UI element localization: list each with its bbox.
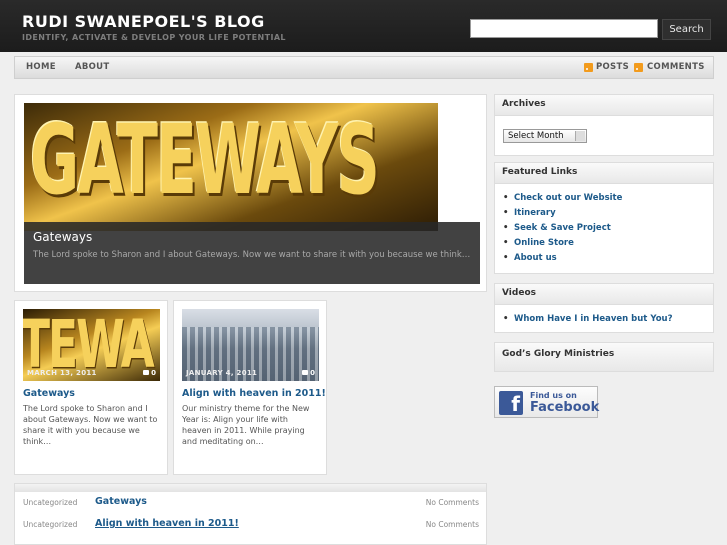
facebook-line2: Facebook [530, 400, 600, 415]
link-online-store[interactable]: Online Store [503, 238, 622, 253]
facebook-icon: f [499, 391, 523, 415]
post-thumbnail[interactable]: JANUARY 4, 2011 0 [182, 309, 319, 381]
video-list: Whom Have I in Heaven but You? [503, 314, 672, 329]
rss-icon [634, 63, 643, 72]
post-title[interactable]: Gateways [95, 496, 147, 507]
site-tagline: IDENTIFY, ACTIVATE & DEVELOP YOUR LIFE P… [22, 33, 286, 42]
video-link[interactable]: Whom Have I in Heaven but You? [503, 314, 672, 329]
site-header: RUDI SWANEPOEL'S BLOG IDENTIFY, ACTIVATE… [0, 0, 727, 52]
post-title[interactable]: Gateways [23, 388, 75, 399]
featured-caption: Gateways The Lord spoke to Sharon and I … [24, 222, 480, 284]
feed-comments-link[interactable]: COMMENTS [647, 62, 705, 72]
rss-icon [584, 63, 593, 72]
widget-title: Videos [495, 284, 713, 305]
widget-title: Featured Links [495, 163, 713, 184]
post-title[interactable]: Align with heaven in 2011! [95, 518, 239, 529]
videos-widget: Videos Whom Have I in Heaven but You? [494, 283, 714, 333]
widget-title: Archives [495, 95, 713, 116]
post-card: TEWA MARCH 13, 2011 0 Gateways The Lord … [14, 300, 168, 475]
list-header [15, 484, 486, 492]
archives-select[interactable]: Select Month [503, 129, 587, 143]
link-list: Check out our Website Itinerary Seek & S… [503, 193, 622, 268]
comment-count[interactable]: 0 [302, 369, 315, 377]
link-seek-save[interactable]: Seek & Save Project [503, 223, 622, 238]
archives-select-value: Select Month [508, 131, 564, 141]
site-title[interactable]: RUDI SWANEPOEL'S BLOG [22, 12, 265, 31]
list-item: Uncategorized Gateways No Comments [15, 492, 486, 514]
recent-posts-list: Uncategorized Gateways No Comments Uncat… [14, 483, 487, 545]
widget-title: God’s Glory Ministries [495, 343, 713, 371]
featured-links-widget: Featured Links Check out our Website Iti… [494, 162, 714, 274]
post-date: JANUARY 4, 2011 [186, 369, 258, 377]
list-item: Uncategorized Align with heaven in 2011!… [15, 514, 486, 536]
chevron-down-icon [575, 131, 585, 141]
link-itinerary[interactable]: Itinerary [503, 208, 622, 223]
main-nav: HOME ABOUT POSTS COMMENTS [14, 56, 714, 79]
search-input[interactable] [470, 19, 658, 38]
comment-count[interactable]: 0 [143, 369, 156, 377]
post-date: MARCH 13, 2011 [27, 369, 97, 377]
post-card: JANUARY 4, 2011 0 Align with heaven in 2… [173, 300, 327, 475]
featured-title[interactable]: Gateways [33, 230, 92, 244]
feed-posts-link[interactable]: POSTS [596, 62, 629, 72]
post-comments-link[interactable]: No Comments [426, 520, 479, 529]
post-excerpt: Our ministry theme for the New Year is: … [182, 404, 310, 446]
post-comments-link[interactable]: No Comments [426, 498, 479, 507]
featured-excerpt: The Lord spoke to Sharon and I about Gat… [33, 250, 471, 260]
featured-image-text: GATEWAYS [30, 105, 380, 217]
facebook-line1: Find us on [530, 391, 577, 400]
post-thumbnail[interactable]: TEWA MARCH 13, 2011 0 [23, 309, 160, 381]
search-button[interactable]: Search [662, 19, 711, 40]
link-website[interactable]: Check out our Website [503, 193, 622, 208]
archives-widget: Archives Select Month [494, 94, 714, 156]
post-title[interactable]: Align with heaven in 2011! [182, 388, 326, 399]
nav-about[interactable]: ABOUT [75, 62, 109, 72]
ministries-widget: God’s Glory Ministries [494, 342, 714, 372]
link-about-us[interactable]: About us [503, 253, 622, 268]
post-category[interactable]: Uncategorized [23, 498, 77, 507]
featured-image[interactable]: GATEWAYS [24, 103, 438, 231]
post-category[interactable]: Uncategorized [23, 520, 77, 529]
post-excerpt: The Lord spoke to Sharon and I about Gat… [23, 404, 158, 446]
facebook-badge[interactable]: f Find us on Facebook [494, 386, 600, 418]
nav-home[interactable]: HOME [26, 62, 56, 72]
